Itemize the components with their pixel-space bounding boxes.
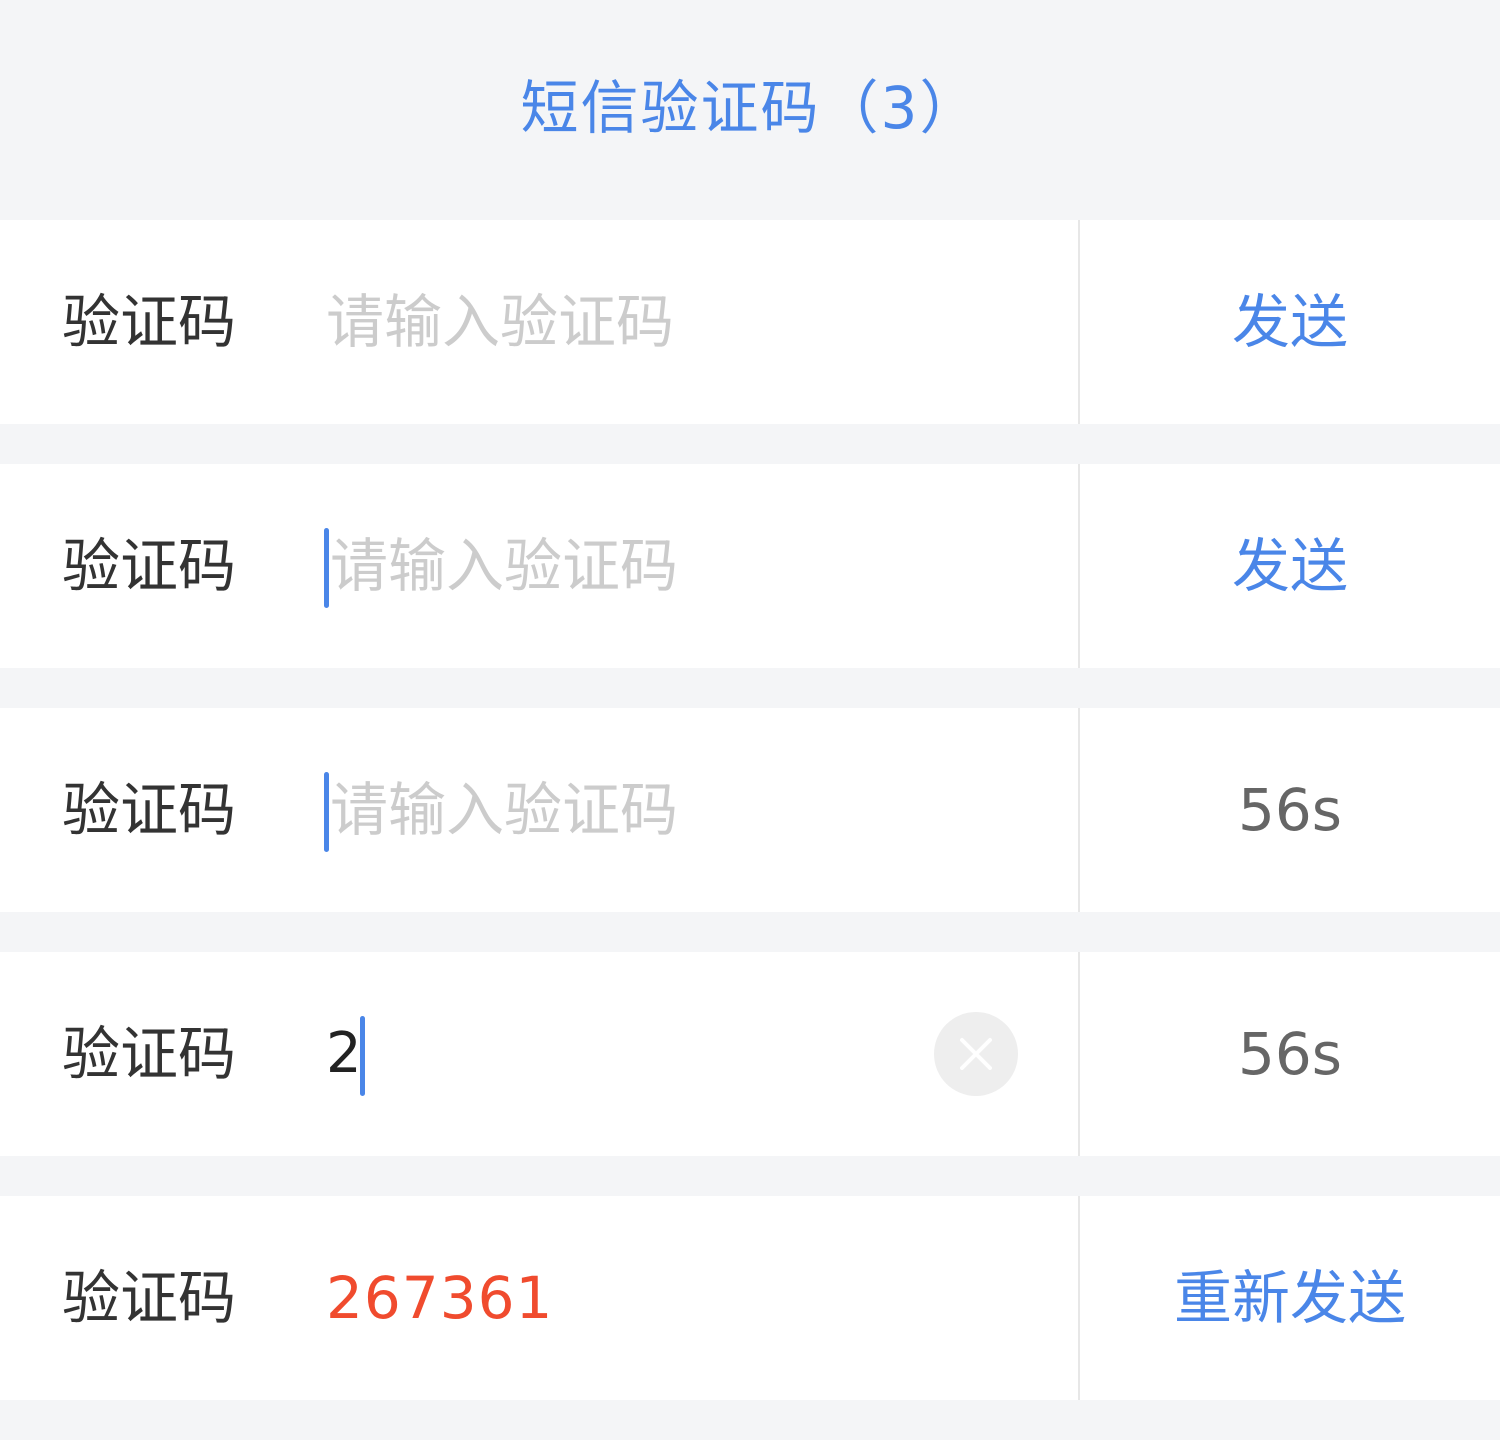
input-placeholder: 请输入验证码 <box>330 532 679 600</box>
countdown-timer: 56s <box>1237 776 1343 844</box>
send-button[interactable]: 发送 <box>1080 464 1500 668</box>
field-label: 验证码 <box>62 1264 237 1332</box>
verification-row-5: 验证码 267361 重新发送 <box>0 1196 1500 1400</box>
input-value: 2 <box>326 1021 362 1086</box>
verification-code-value: 267361 <box>326 1264 554 1332</box>
text-caret <box>324 772 329 852</box>
countdown-timer: 56s <box>1237 1020 1343 1088</box>
send-button[interactable]: 发送 <box>1080 220 1500 424</box>
input-placeholder: 请输入验证码 <box>326 288 675 356</box>
verification-code-input[interactable]: 267361 <box>326 1196 1046 1400</box>
field-label: 验证码 <box>62 776 237 844</box>
verification-row-2: 验证码 请输入验证码 发送 <box>0 464 1500 668</box>
field-label: 验证码 <box>62 1020 237 1088</box>
close-circle-icon <box>960 1038 992 1070</box>
verification-row-3: 验证码 请输入验证码 56s <box>0 708 1500 912</box>
verification-code-input[interactable]: 请输入验证码 <box>326 220 1046 424</box>
verification-code-input[interactable]: 请输入验证码 <box>324 464 1046 668</box>
verification-row-4: 验证码 2 56s <box>0 952 1500 1156</box>
field-label: 验证码 <box>62 288 237 356</box>
text-caret <box>324 528 329 608</box>
field-label: 验证码 <box>62 532 237 600</box>
input-placeholder: 请输入验证码 <box>330 776 679 844</box>
header: 短信验证码（3） <box>0 0 1500 220</box>
verification-row-1: 验证码 请输入验证码 发送 <box>0 220 1500 424</box>
resend-button[interactable]: 重新发送 <box>1080 1196 1500 1400</box>
text-caret <box>360 1016 365 1096</box>
clear-input-button[interactable] <box>934 1012 1018 1096</box>
page-title: 短信验证码（3） <box>520 73 980 142</box>
verification-code-input[interactable]: 请输入验证码 <box>324 708 1046 912</box>
